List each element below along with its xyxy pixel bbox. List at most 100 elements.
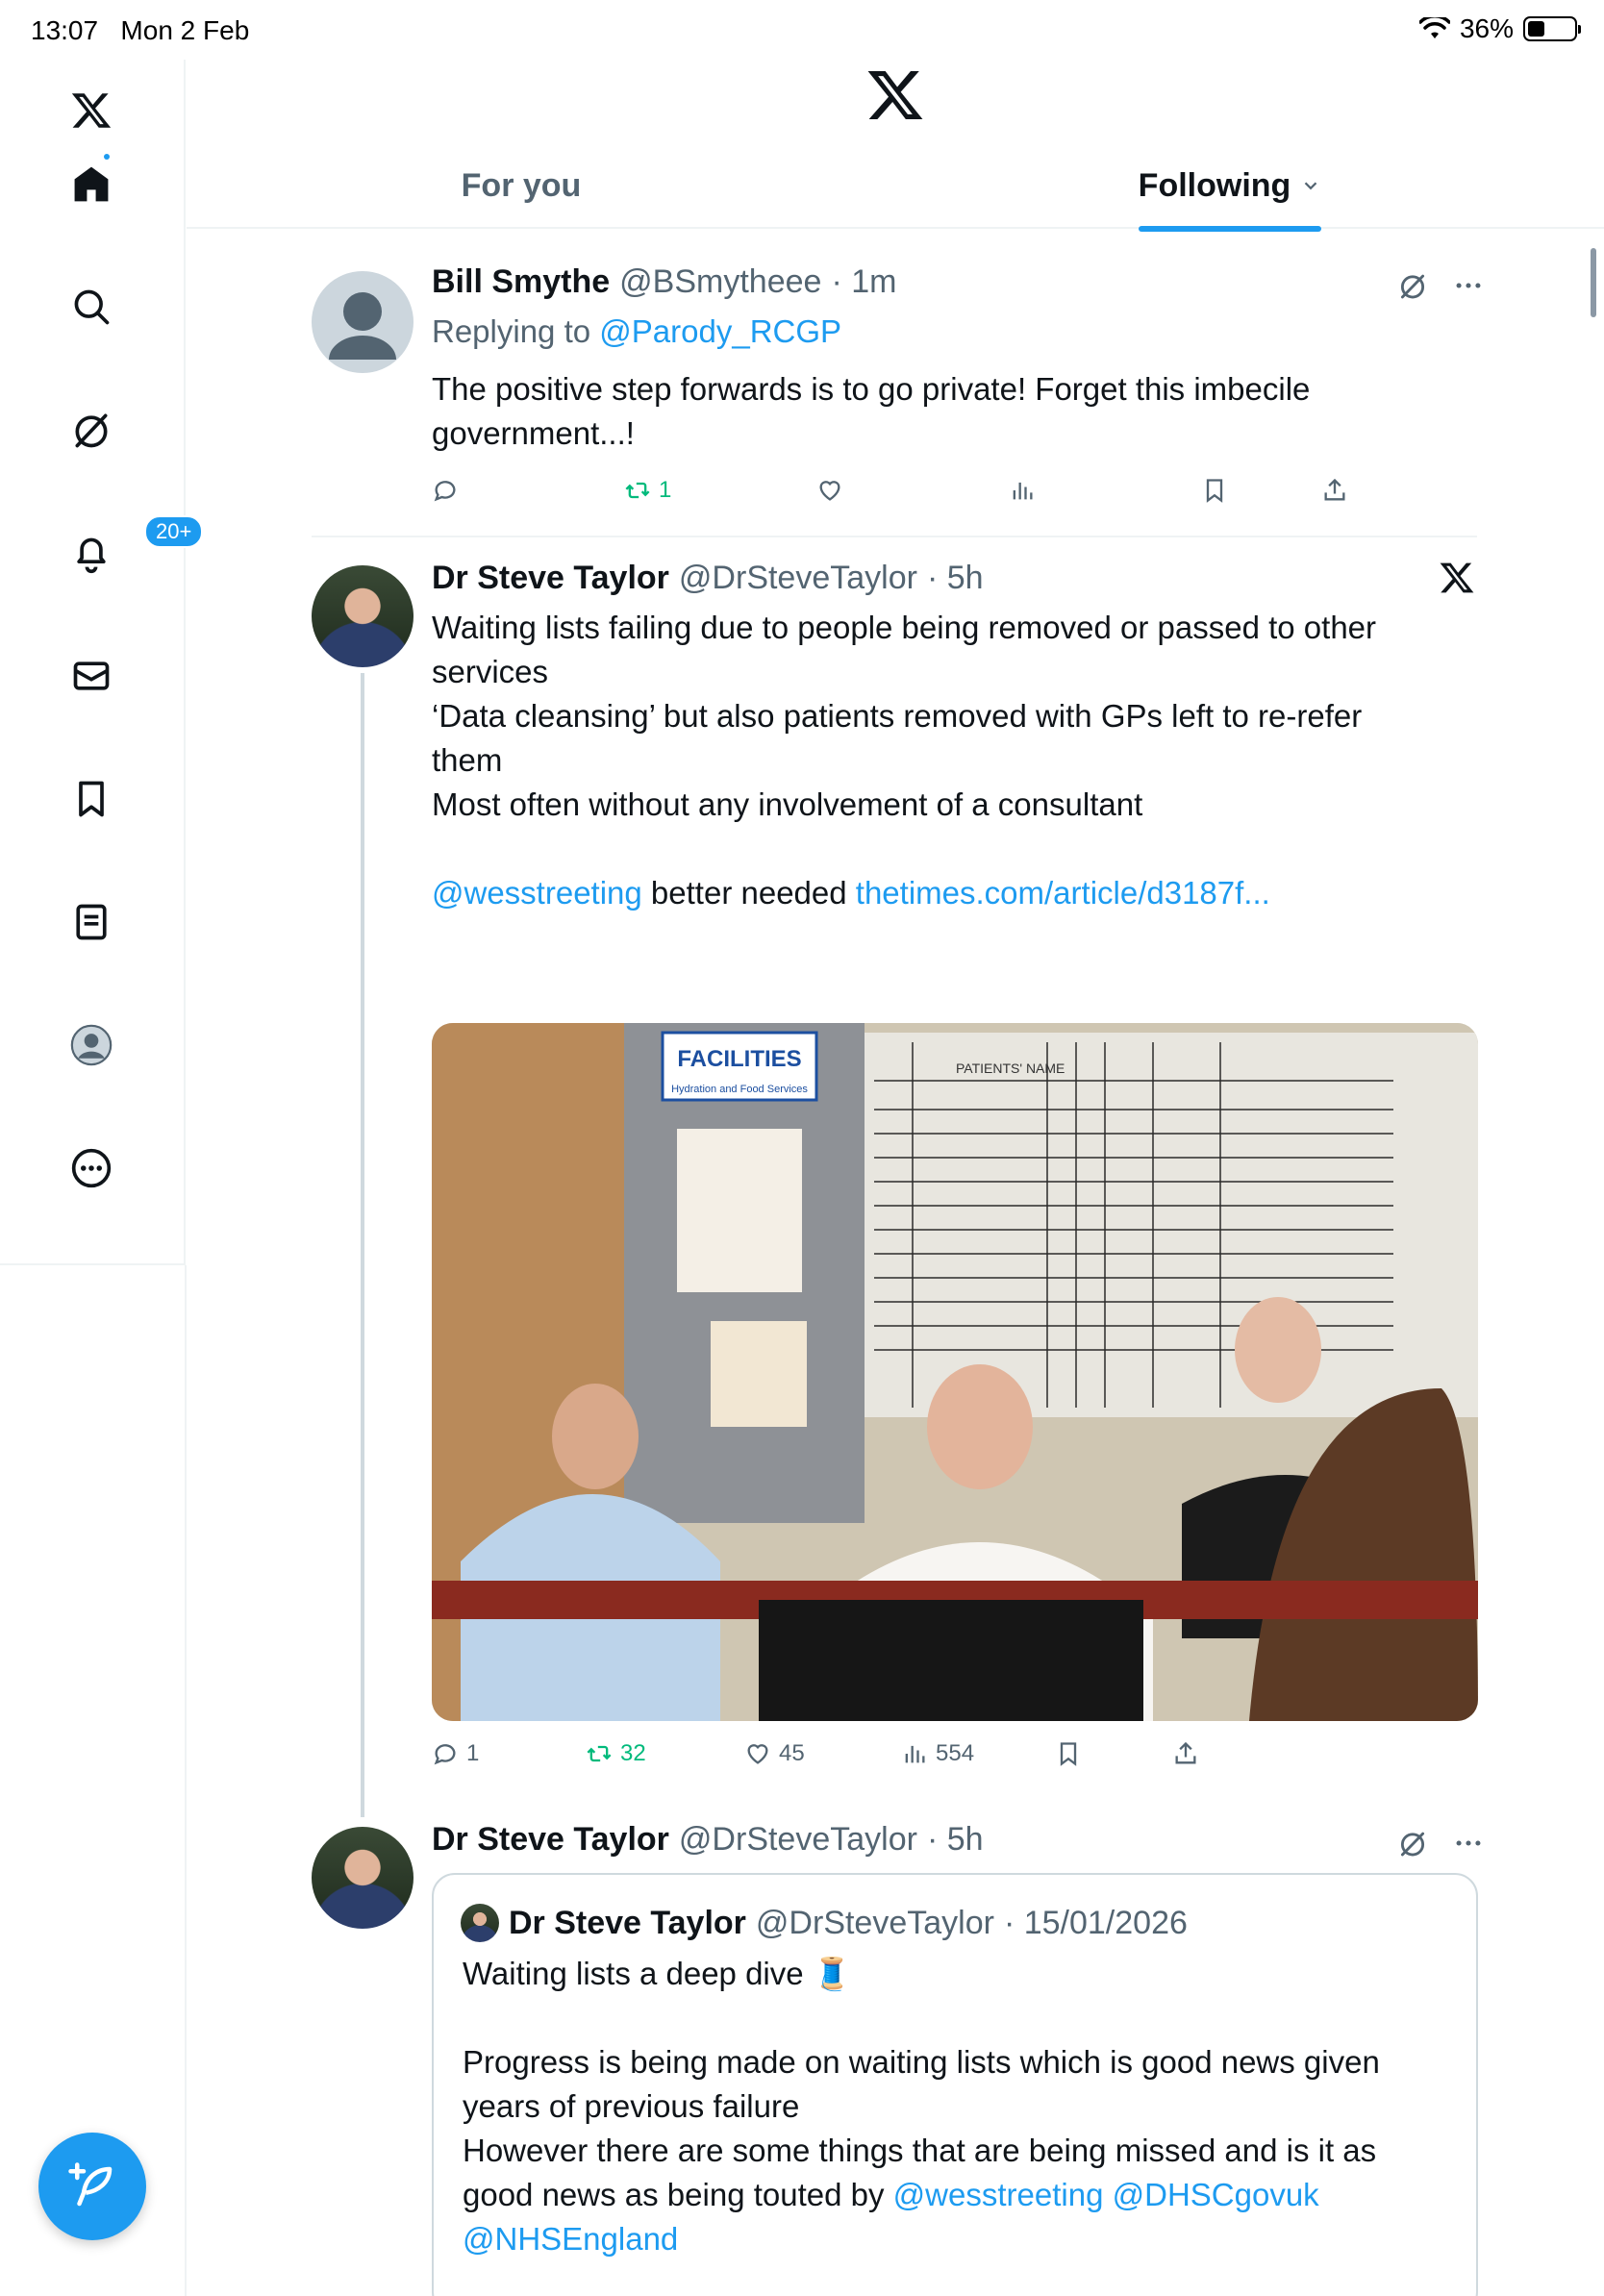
more-icon[interactable] [60, 1136, 123, 1200]
quote-author-handle: @DrSteveTaylor [755, 1904, 994, 1941]
author-handle[interactable]: @DrSteveTaylor [679, 1821, 917, 1859]
x-logo-icon[interactable] [865, 65, 925, 125]
views-icon [905, 1745, 925, 1763]
replying-to-label: Replying to [432, 313, 591, 349]
compose-button[interactable] [38, 2133, 146, 2240]
grok-icon[interactable] [1396, 269, 1429, 302]
post-header: Dr Steve Taylor @DrSteveTaylor · 5h [432, 1821, 984, 1859]
retweet-icon [587, 1745, 612, 1762]
status-time: 13:07 Mon 2 Feb [31, 15, 250, 45]
post-top-actions [1396, 1827, 1485, 1859]
author-name[interactable]: Dr Steve Taylor [432, 1821, 669, 1859]
share-button[interactable] [1321, 477, 1348, 504]
avatar[interactable] [312, 271, 414, 373]
photo-hospital-ward: FACILITIES Hydration and Food Services P… [432, 1023, 1478, 1721]
quote-avatar [461, 1904, 499, 1942]
reply-button[interactable] [432, 477, 459, 504]
views-button[interactable]: 554 [901, 1740, 974, 1767]
timeline-tabs: For you Following [187, 144, 1604, 232]
replying-to: Replying to @Parody_RCGP [432, 310, 1413, 354]
mention-link[interactable]: @wesstreeting [432, 875, 642, 911]
post-action-bar: 1 32 45 554 [432, 1734, 1393, 1773]
battery-percent: 36% [1459, 13, 1514, 43]
mention-link[interactable]: @wesstreeting [893, 2177, 1104, 2212]
more-options-icon[interactable] [1452, 1827, 1485, 1859]
x-logo-icon[interactable] [60, 79, 123, 142]
image-sign-text: FACILITIES [677, 1046, 801, 1072]
retweet-button[interactable]: 32 [586, 1740, 646, 1767]
author-handle[interactable]: @BSmytheee [619, 263, 821, 301]
heart-icon [747, 1744, 768, 1764]
home-icon[interactable] [60, 152, 123, 215]
avatar[interactable] [312, 1827, 414, 1929]
quote-text-paragraph: Progress is being made on waiting lists … [463, 2044, 1380, 2124]
tab-for-you-label: For you [461, 166, 582, 204]
retweet-count: 1 [659, 477, 672, 503]
post-time[interactable]: · 5h [927, 1821, 984, 1859]
quote-text-paragraph: However there are some things that are b… [463, 2129, 1443, 2261]
wifi-icon [1418, 17, 1450, 38]
share-icon [1324, 478, 1345, 501]
tab-following-label: Following [1138, 166, 1291, 204]
grok-icon[interactable] [60, 398, 123, 462]
retweet-count: 32 [620, 1740, 646, 1766]
author-handle[interactable]: @DrSteveTaylor [679, 560, 917, 597]
views-button[interactable] [1009, 477, 1036, 504]
grok-icon[interactable] [1396, 1827, 1429, 1859]
avatar[interactable] [312, 565, 414, 667]
lists-icon[interactable] [60, 890, 123, 954]
status-bar: 13:07 Mon 2 Feb 36% [0, 0, 1604, 60]
post-text-paragraph: ‘Data cleansing’ but also patients remov… [432, 698, 1363, 778]
quote-header: Dr Steve Taylor @DrSteveTaylor · 15/01/2… [461, 1904, 1188, 1942]
retweet-button[interactable]: 1 [624, 477, 671, 504]
home-unread-dot [104, 154, 110, 160]
post-image[interactable]: FACILITIES Hydration and Food Services P… [432, 1023, 1478, 1721]
retweet-icon [625, 482, 650, 499]
tab-for-you[interactable]: For you [187, 144, 856, 227]
quote-time: · 15/01/2026 [1003, 1904, 1188, 1941]
like-button[interactable] [816, 477, 843, 504]
bookmark-button[interactable] [1055, 1740, 1082, 1767]
tab-following[interactable]: Following [856, 144, 1604, 232]
views-icon [1013, 482, 1033, 500]
search-icon[interactable] [60, 275, 123, 338]
reply-button[interactable]: 1 [432, 1740, 479, 1767]
post-header: Dr Steve Taylor @DrSteveTaylor · 5h [432, 560, 984, 597]
quote-author-name: Dr Steve Taylor [509, 1904, 746, 1941]
more-options-icon[interactable] [1452, 269, 1485, 302]
x-logo-icon[interactable] [1439, 560, 1475, 596]
post-top-actions [1396, 269, 1485, 302]
chevron-down-icon [1305, 182, 1317, 190]
post-bill-smythe[interactable]: Bill Smythe @BSmytheee · 1m Replying to … [187, 248, 1604, 537]
heart-icon [819, 481, 840, 501]
profile-avatar-icon[interactable] [60, 1013, 123, 1077]
bookmark-icon [1206, 479, 1223, 503]
mention-link[interactable]: @NHSEngland [463, 2221, 678, 2257]
like-button[interactable]: 45 [744, 1740, 805, 1767]
quote-text-paragraph: Waiting lists a deep dive 🧵 [463, 1956, 852, 1991]
share-button[interactable] [1172, 1740, 1199, 1767]
status-right: 36% [1418, 13, 1581, 44]
post-text-paragraph: Most often without any involvement of a … [432, 786, 1143, 822]
bookmark-button[interactable] [1201, 477, 1228, 504]
image-board-header: PATIENTS' NAME [956, 1061, 1065, 1076]
notifications-icon[interactable]: 20+ [60, 515, 204, 585]
article-link[interactable]: thetimes.com/article/d3187f... [856, 875, 1270, 911]
author-name[interactable]: Bill Smythe [432, 263, 610, 301]
active-tab-indicator [1138, 225, 1322, 232]
replying-to-handle[interactable]: @Parody_RCGP [599, 313, 841, 349]
author-name[interactable]: Dr Steve Taylor [432, 560, 669, 597]
post-text: The positive step forwards is to go priv… [432, 371, 1311, 451]
mention-link[interactable]: @DHSCgovuk [1113, 2177, 1319, 2212]
battery-icon [1523, 16, 1581, 41]
sidebar: 20+ [0, 60, 204, 1265]
reply-icon [434, 1744, 456, 1765]
post-time[interactable]: · 1m [831, 263, 896, 301]
share-icon [1175, 1741, 1196, 1764]
post-action-bar: 1 [432, 471, 1393, 510]
quoted-post[interactable]: Dr Steve Taylor @DrSteveTaylor · 15/01/2… [432, 1873, 1478, 2296]
mail-icon[interactable] [60, 644, 123, 708]
post-time[interactable]: · 5h [927, 560, 984, 597]
view-count: 554 [936, 1740, 975, 1766]
bookmark-icon[interactable] [60, 767, 123, 831]
